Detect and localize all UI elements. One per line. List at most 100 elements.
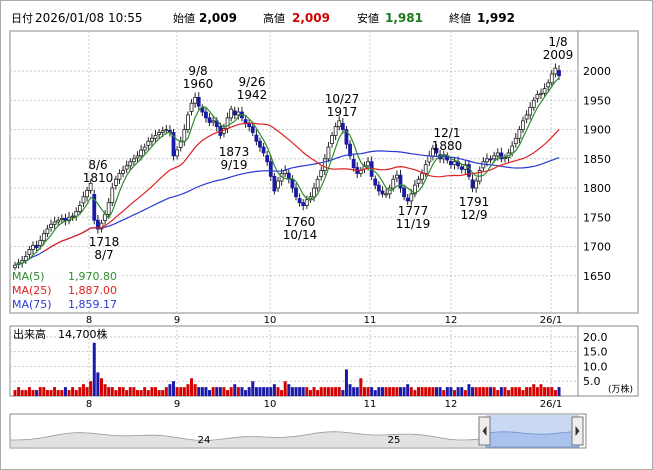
- volume-bar: [301, 387, 305, 396]
- candle-body: [376, 184, 381, 192]
- candle-body: [351, 158, 356, 168]
- volume-bar: [420, 387, 424, 396]
- candle-body: [304, 199, 309, 206]
- volume-bar: [507, 390, 511, 396]
- volume-bar: [190, 378, 194, 396]
- navigator-right-handle[interactable]: [571, 416, 584, 446]
- candle-body: [488, 158, 493, 161]
- candle-body: [193, 97, 198, 104]
- annotation-value: 1791: [459, 195, 490, 209]
- volume-tick-label: 20.0: [583, 331, 608, 344]
- volume-month-tick-label: 12: [445, 399, 458, 410]
- volume-bar: [503, 387, 507, 396]
- annotation-date: 1/8: [548, 35, 567, 49]
- candle-body: [557, 70, 561, 77]
- volume-bar: [308, 390, 312, 396]
- volume-bar: [20, 390, 24, 396]
- volume-bar: [326, 387, 330, 396]
- candle-body: [110, 187, 115, 204]
- stock-chart-widget: 日付 2026/01/08 10:55 始値 2,009 高値 2,009 安値 1,981 終…: [0, 0, 653, 470]
- chart-svg: 日付 2026/01/08 10:55 始値 2,009 高値 2,009 安値 1,981 終…: [0, 0, 653, 470]
- candle-body: [49, 223, 53, 228]
- annotation-value: 1942: [237, 88, 268, 102]
- volume-bar: [402, 387, 406, 396]
- volume-bar: [262, 387, 266, 396]
- candle-body: [268, 161, 273, 177]
- open-value: 2,009: [199, 11, 237, 25]
- volume-bar: [60, 390, 64, 396]
- candle-body: [459, 166, 464, 170]
- annotation-value: 1880: [432, 139, 463, 153]
- annotation-date: 10/14: [283, 228, 318, 242]
- navigator-tick-label: 25: [388, 435, 401, 446]
- volume-bar: [478, 387, 482, 396]
- ma-legend-value: 1,970.80: [68, 270, 117, 283]
- volume-bar: [74, 390, 78, 396]
- volume-value: 14,700株: [58, 327, 108, 341]
- volume-bar: [128, 387, 132, 396]
- volume-bar: [359, 378, 363, 396]
- volume-bar: [42, 387, 46, 396]
- volume-bar: [251, 381, 255, 396]
- candle-body: [146, 140, 151, 146]
- candle-body: [312, 187, 316, 198]
- volume-bar: [38, 387, 42, 396]
- candle-body: [322, 158, 327, 171]
- candle-body: [539, 92, 543, 95]
- volume-bar: [391, 387, 395, 396]
- volume-bar: [427, 387, 431, 396]
- volume-bar: [254, 387, 258, 396]
- candle-body: [528, 106, 533, 116]
- volume-bar: [485, 387, 489, 396]
- volume-bar: [229, 387, 233, 396]
- date-value: 2026/01/08 10:55: [35, 11, 143, 25]
- candle-body: [157, 132, 162, 135]
- navigator-left-handle[interactable]: [478, 416, 491, 446]
- candle-body: [326, 146, 331, 160]
- volume-bar: [154, 387, 158, 396]
- open-label: 始値: [173, 11, 195, 25]
- candle-body: [301, 202, 306, 206]
- candle-body: [358, 170, 363, 174]
- candle-body: [531, 99, 536, 108]
- annotation-date: 8/7: [94, 248, 113, 262]
- candle-body: [391, 178, 396, 189]
- volume-bar: [236, 387, 240, 396]
- candle-body: [394, 174, 399, 179]
- price-tick-label: 1800: [583, 182, 611, 195]
- annotation-date: 12/9: [461, 208, 488, 222]
- candle-body: [41, 233, 46, 242]
- navigator-tick-label: 24: [198, 435, 211, 446]
- volume-bar: [312, 387, 316, 396]
- volume-bar: [269, 387, 273, 396]
- candle-body: [153, 135, 158, 139]
- volume-bar: [172, 381, 176, 396]
- candle-body: [204, 111, 208, 119]
- volume-bar: [474, 387, 478, 396]
- volume-month-tick-label: 11: [364, 399, 377, 410]
- candle-body: [131, 158, 136, 163]
- volume-bar: [135, 390, 139, 396]
- price-tick-label: 1650: [583, 270, 611, 283]
- volume-bar: [409, 387, 413, 396]
- volume-bar: [337, 387, 341, 396]
- candle-body: [13, 264, 17, 268]
- volume-bar: [525, 387, 529, 396]
- annotation-value: 2009: [543, 48, 574, 62]
- volume-bar: [63, 387, 67, 396]
- annotation-date: 9/19: [221, 158, 248, 172]
- volume-bar: [121, 387, 125, 396]
- candle-body: [85, 189, 89, 198]
- annotation-value: 1873: [219, 145, 250, 159]
- volume-bar: [344, 369, 348, 396]
- volume-bar: [103, 384, 107, 396]
- candle-body: [142, 146, 147, 151]
- candle-body: [121, 170, 125, 174]
- volume-bar: [456, 387, 460, 396]
- volume-tick-label: 10.0: [583, 360, 608, 373]
- annotation-date: 12/1: [434, 126, 461, 140]
- volume-month-tick-label: 26/1: [540, 399, 562, 410]
- candle-body: [254, 134, 259, 142]
- volume-bar: [186, 384, 190, 396]
- volume-bar: [117, 387, 121, 396]
